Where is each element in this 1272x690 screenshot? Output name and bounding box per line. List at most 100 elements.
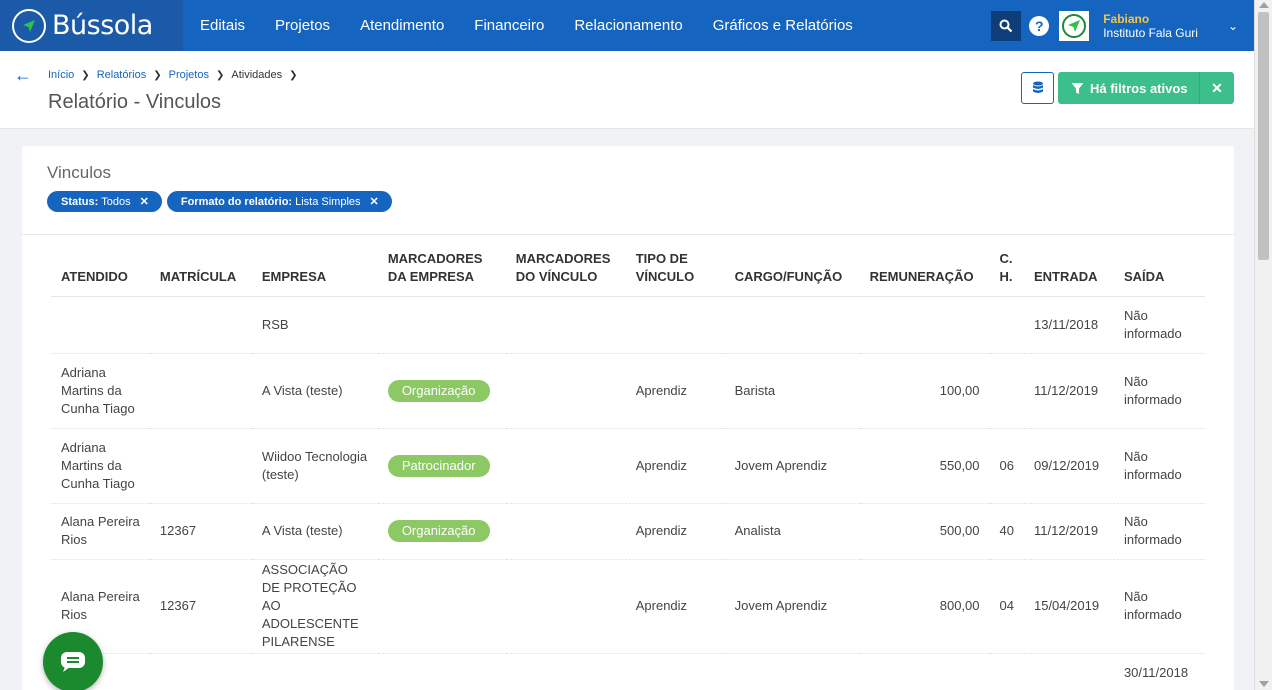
vertical-scrollbar[interactable] [1254,0,1272,690]
col-header-entrada[interactable]: ENTRADA [1023,246,1114,297]
cell-cargo [724,653,860,690]
cell-matricula: 12367 [149,503,252,560]
cell-atendido [51,296,150,354]
cell-saida: Não informado [1113,428,1205,504]
cell-marcadores-vinculo [505,428,626,504]
filter-chips: Status: Todos ✕ Formato do relatório: Li… [47,191,397,212]
col-header-atendido[interactable]: ATENDIDO [51,246,150,297]
cell-ch [989,653,1024,690]
database-button[interactable] [1021,72,1054,104]
cell-ch: 40 [989,503,1024,560]
chevron-down-icon[interactable]: ⌄ [1228,19,1238,33]
chat-button[interactable] [43,632,103,690]
tag-badge: Organização [387,379,490,402]
search-icon [999,19,1013,32]
cell-entrada: 15/04/2019 [1023,559,1114,654]
avatar[interactable] [1059,10,1090,41]
table-row: Alana Pereira Rios 12367 ASSOCIAÇÃO DE P… [51,559,1205,654]
compass-icon [12,8,46,43]
cell-tipo: Aprendiz [625,503,725,560]
cell-empresa: ASSOCIAÇÃO DE PROTEÇÃO AO ADOLESCENTE PI… [251,559,378,654]
cell-empresa: RSB [251,296,378,354]
filter-chip-status[interactable]: Status: Todos ✕ [47,191,162,212]
table-header-row: ATENDIDO MATRÍCULA EMPRESA MARCADORES DA… [51,246,1205,297]
cell-matricula [149,428,252,504]
cell-remuneracao: 500,00 [859,503,990,560]
user-menu[interactable]: Fabiano Instituto Fala Guri [1103,12,1198,40]
breadcrumb-projetos[interactable]: Projetos [169,69,209,81]
breadcrumb-inicio[interactable]: Início [48,69,74,81]
nav-item-projetos[interactable]: Projetos [275,17,330,34]
filter-icon [1071,82,1084,94]
cell-marcadores-vinculo [505,653,626,690]
cell-tipo: Aprendiz [625,353,725,429]
cell-cargo: Barista [724,353,860,429]
tag-badge: Patrocinador [387,454,490,477]
back-arrow-icon[interactable]: ← [14,65,32,86]
col-header-matricula[interactable]: MATRÍCULA [149,246,252,297]
filter-chip-formato[interactable]: Formato do relatório: Lista Simples ✕ [166,191,392,212]
cell-matricula [149,296,252,354]
cell-empresa [251,653,378,690]
cell-entrada: 11/12/2019 [1023,353,1114,429]
col-header-empresa[interactable]: EMPRESA [251,246,378,297]
active-filters-label-area[interactable]: Há filtros ativos [1058,72,1200,104]
nav-item-graficos-relatorios[interactable]: Gráficos e Relatórios [713,17,853,34]
remove-filter-icon[interactable]: ✕ [370,195,379,208]
cell-remuneracao [859,653,990,690]
cell-cargo: Analista [724,503,860,560]
cell-tipo: Aprendiz [625,559,725,654]
cell-remuneracao: 550,00 [859,428,990,504]
user-logo-icon [1062,13,1087,38]
col-header-ch[interactable]: C. H. [989,246,1024,297]
table-row: Adriana Martins da Cunha Tiago A Vista (… [51,353,1205,429]
divider [22,234,1234,235]
top-navbar: Bússola Editais Projetos Atendimento Fin… [0,0,1254,51]
breadcrumb-separator-icon: ❯ [81,69,90,81]
chip-key: Formato do relatório: [180,195,293,208]
active-filters-button[interactable]: Há filtros ativos ✕ [1058,72,1234,104]
app-logo[interactable]: Bússola [0,0,183,51]
col-header-remuneracao[interactable]: REMUNERAÇÃO [859,246,990,297]
nav-item-editais[interactable]: Editais [200,17,245,34]
breadcrumb-separator-icon: ❯ [289,69,298,81]
user-name: Fabiano [1103,11,1150,26]
col-header-tipo-vinculo[interactable]: TIPO DE VÍNCULO [625,246,725,297]
breadcrumb-relatorios[interactable]: Relatórios [97,69,147,81]
cell-cargo: Jovem Aprendiz [724,559,860,654]
cell-marcadores-empresa [377,296,506,354]
table-row: RSB 13/11/2018 Não informado [51,296,1205,354]
database-icon [1032,81,1043,93]
app-name: Bússola [52,10,153,41]
clear-filters-close-icon[interactable]: ✕ [1200,80,1234,97]
col-header-marcadores-vinculo[interactable]: MARCADORES DO VÍNCULO [505,246,626,297]
col-header-saida[interactable]: SAÍDA [1113,246,1205,297]
search-button[interactable] [991,10,1022,41]
scrollbar-thumb[interactable] [1258,12,1269,260]
nav-item-atendimento[interactable]: Atendimento [360,17,444,34]
scroll-down-icon[interactable] [1259,681,1269,687]
col-header-cargo[interactable]: CARGO/FUNÇÃO [724,246,860,297]
col-header-marcadores-empresa[interactable]: MARCADORES DA EMPRESA [377,246,506,297]
nav-item-financeiro[interactable]: Financeiro [474,17,544,34]
cell-saida: 30/11/2018 [1113,653,1205,690]
help-icon[interactable]: ? [1029,15,1050,36]
cell-ch [989,353,1024,429]
cell-cargo [724,296,860,354]
cell-atendido: Adriana Martins da Cunha Tiago [51,428,150,504]
nav-item-relacionamento[interactable]: Relacionamento [574,17,682,34]
cell-marcadores-empresa: Organização [377,353,506,429]
table-row: 30/11/2018 [51,653,1205,690]
cell-saida: Não informado [1113,559,1205,654]
cell-remuneracao: 800,00 [859,559,990,654]
report-card-title: Vinculos [47,163,111,182]
cell-atendido: Adriana Martins da Cunha Tiago [51,353,150,429]
page-title: Relatório - Vinculos [48,91,222,113]
chip-value: Todos [101,195,131,208]
cell-ch: 04 [989,559,1024,654]
remove-filter-icon[interactable]: ✕ [140,195,149,208]
chat-icon [61,652,85,672]
scroll-up-icon[interactable] [1259,2,1269,8]
cell-marcadores-vinculo [505,503,626,560]
cell-ch: 06 [989,428,1024,504]
